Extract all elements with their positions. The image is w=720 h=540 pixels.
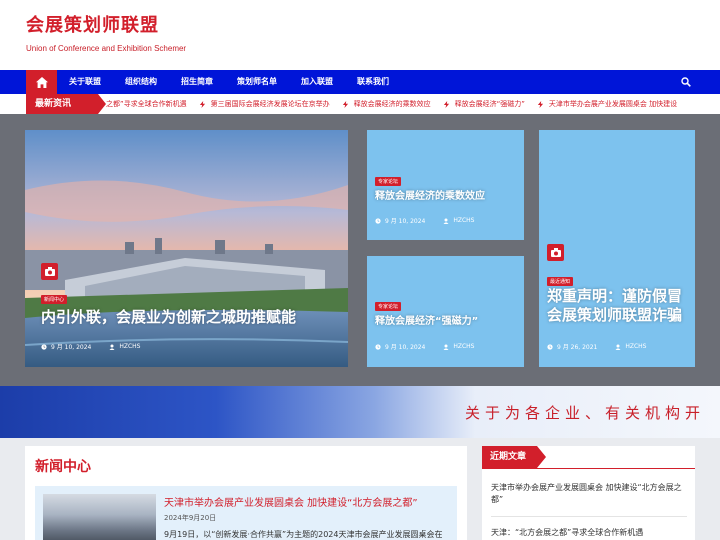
ticker-item[interactable]: 第三届国际会展经济发展论坛在京举办	[199, 94, 342, 114]
ticker-item[interactable]: 天津市举办会展产业发展圆桌会 加快建设	[537, 94, 689, 114]
featured-side-card[interactable]: 专家论坛 释放会展经济的乘数效应 9 月 10, 2024 HZCHS	[367, 130, 524, 240]
featured-side-title[interactable]: 释放会展经济“强磁力”	[375, 312, 520, 327]
post-author[interactable]: HZCHS	[119, 343, 140, 350]
featured-tall-title[interactable]: 郑重声明：谨防假冒会展策划师联盟诈骗	[547, 287, 692, 325]
post-date[interactable]: 9 月 26, 2021	[557, 342, 597, 351]
category-badge[interactable]: 专家论坛	[375, 177, 402, 186]
news-item[interactable]: 天津市举办会展产业发展圆桌会 加快建设“北方会展之都” 2024年9月20日 9…	[35, 486, 457, 540]
clock-icon	[375, 217, 381, 224]
post-author[interactable]: HZCHS	[625, 343, 646, 350]
featured-side-card[interactable]: 专家论坛 释放会展经济“强磁力” 9 月 10, 2024 HZCHS	[367, 256, 524, 367]
bolt-icon	[537, 100, 544, 108]
recent-articles-panel: 近期文章 天津市举办会展产业发展圆桌会 加快建设“北方会展之都” 天津：“北方会…	[482, 446, 695, 540]
news-excerpt: 9月19日，以“创新发展·合作共赢”为主题的2024天津市会展产业发展圆桌会在	[164, 530, 443, 539]
search-icon	[681, 77, 691, 87]
bolt-icon	[199, 100, 205, 108]
post-date[interactable]: 9 月 10, 2024	[51, 342, 91, 351]
featured-tall-card[interactable]: 最近通知 郑重声明：谨防假冒会展策划师联盟诈骗 9 月 26, 2021 HZC…	[539, 130, 695, 367]
bolt-icon	[443, 100, 449, 108]
featured-main-title[interactable]: 内引外联，会展业为创新之城助推赋能	[41, 306, 341, 327]
post-author[interactable]: HZCHS	[453, 343, 474, 350]
post-meta: 9 月 10, 2024 HZCHS	[375, 216, 475, 225]
clock-icon	[547, 343, 553, 350]
nav-menu: 关于联盟 组织结构 招生简章 策划师名单 加入联盟 联系我们	[57, 70, 401, 94]
category-badge[interactable]: 最近通知	[547, 277, 574, 286]
site-tagline: Union of Conference and Exhibition Schem…	[26, 44, 187, 53]
section-heading: 新闻中心	[35, 459, 91, 475]
nav-item-planner-list[interactable]: 策划师名单	[225, 70, 289, 94]
ticker-item[interactable]: 释放会展经济“强磁力”	[443, 94, 537, 114]
search-button[interactable]	[678, 74, 694, 90]
news-center-panel: 新闻中心 天津市举办会展产业发展圆桌会 加快建设“北方会展之都” 2024年9月…	[25, 446, 467, 540]
featured-main-image	[25, 130, 348, 367]
main-nav: 关于联盟 组织结构 招生简章 策划师名单 加入联盟 联系我们	[0, 70, 720, 94]
ticker-item[interactable]: 之都”寻求全球合作新机遇	[106, 94, 199, 114]
nav-home-button[interactable]	[26, 70, 57, 94]
category-badge[interactable]: 新闻中心	[41, 295, 68, 304]
nav-item-about[interactable]: 关于联盟	[57, 70, 113, 94]
user-icon	[443, 218, 449, 224]
home-icon	[35, 76, 48, 88]
post-author[interactable]: HZCHS	[453, 217, 474, 224]
announcement-banner[interactable]: 关于为各企业、有关机构开	[0, 386, 720, 438]
news-ticker: 之都”寻求全球合作新机遇 第三届国际会展经济发展论坛在京举办 释放会展经济的乘数…	[0, 94, 720, 114]
user-icon	[443, 344, 449, 350]
bolt-icon	[342, 100, 348, 108]
featured-main-card[interactable]: 新闻中心 内引外联，会展业为创新之城助推赋能 9 月 10, 2024 HZCH…	[25, 130, 348, 367]
camera-badge	[547, 244, 564, 261]
nav-item-admissions[interactable]: 招生简章	[169, 70, 225, 94]
news-title[interactable]: 天津市举办会展产业发展圆桌会 加快建设“北方会展之都”	[164, 494, 454, 509]
nav-item-join[interactable]: 加入联盟	[289, 70, 345, 94]
nav-item-contact[interactable]: 联系我们	[345, 70, 401, 94]
ticker-item[interactable]: 释放会展经济的乘数效应	[342, 94, 443, 114]
ticker-track: 之都”寻求全球合作新机遇 第三届国际会展经济发展论坛在京举办 释放会展经济的乘数…	[106, 94, 689, 114]
clock-icon	[41, 343, 47, 350]
user-icon	[615, 344, 621, 350]
camera-icon	[44, 267, 55, 276]
featured-side-title[interactable]: 释放会展经济的乘数效应	[375, 187, 520, 202]
news-date: 2024年9月20日	[164, 514, 217, 522]
site-title[interactable]: 会展策划师联盟	[26, 11, 159, 37]
camera-badge	[41, 263, 58, 280]
recent-article-link[interactable]: 天津：“北方会展之都”寻求全球合作新机遇	[491, 516, 687, 540]
banner-text: 关于为各企业、有关机构开	[464, 404, 705, 422]
divider	[482, 468, 695, 469]
post-meta: 9 月 10, 2024 HZCHS	[41, 342, 141, 351]
clock-icon	[375, 343, 381, 350]
post-meta: 9 月 26, 2021 HZCHS	[547, 342, 647, 351]
post-date[interactable]: 9 月 10, 2024	[385, 216, 425, 225]
post-meta: 9 月 10, 2024 HZCHS	[375, 342, 475, 351]
user-icon	[109, 344, 115, 350]
news-thumbnail[interactable]	[43, 494, 156, 540]
recent-articles-heading: 近期文章	[482, 446, 546, 468]
recent-article-link[interactable]: 天津市举办会展产业发展圆桌会 加快建设“北方会展之都”	[491, 482, 687, 516]
ticker-label: 最新资讯	[26, 94, 106, 114]
recent-articles-list: 天津市举办会展产业发展圆桌会 加快建设“北方会展之都” 天津：“北方会展之都”寻…	[491, 482, 687, 540]
nav-item-organization[interactable]: 组织结构	[113, 70, 169, 94]
category-badge[interactable]: 专家论坛	[375, 302, 402, 311]
camera-icon	[550, 248, 561, 257]
post-date[interactable]: 9 月 10, 2024	[385, 342, 425, 351]
site-header: 会展策划师联盟 Union of Conference and Exhibiti…	[0, 0, 720, 70]
featured-area: 新闻中心 内引外联，会展业为创新之城助推赋能 9 月 10, 2024 HZCH…	[0, 114, 720, 386]
